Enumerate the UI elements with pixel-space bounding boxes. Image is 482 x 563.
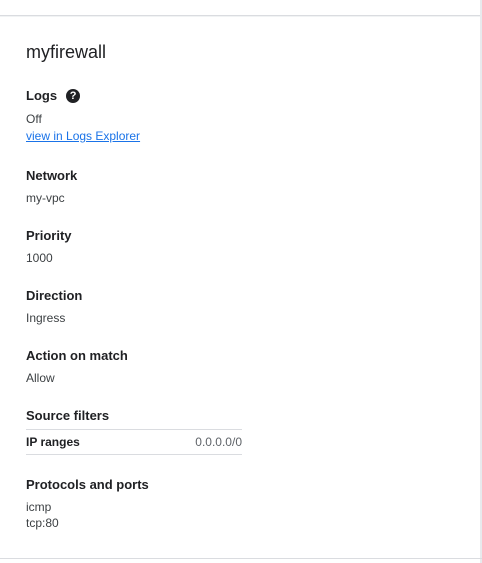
network-section: Network my-vpc (26, 168, 456, 206)
ip-ranges-value: 0.0.0.0/0 (195, 435, 242, 449)
direction-section: Direction Ingress (26, 288, 456, 326)
network-label: Network (26, 168, 78, 183)
action-label: Action on match (26, 348, 128, 363)
action-section: Action on match Allow (26, 348, 456, 386)
source-filters-section: Source filters IP ranges 0.0.0.0/0 (26, 408, 242, 455)
action-value: Allow (26, 371, 55, 385)
protocols-section: Protocols and ports icmp tcp:80 (26, 477, 456, 531)
page-title: myfirewall (26, 42, 107, 62)
ip-ranges-label: IP ranges (26, 435, 80, 449)
direction-value: Ingress (26, 311, 66, 325)
protocol-item: tcp:80 (26, 516, 59, 530)
logs-header: Logs ? (26, 88, 456, 104)
protocols-list: icmp tcp:80 (26, 499, 456, 531)
logs-explorer-link[interactable]: view in Logs Explorer (26, 128, 140, 144)
logs-label: Logs (26, 88, 58, 103)
firewall-details-panel: myfirewall Logs ? Off view in Logs Explo… (26, 30, 456, 531)
help-circle-icon[interactable]: ? (66, 89, 81, 103)
logs-status: Off (26, 112, 42, 126)
priority-label: Priority (26, 228, 72, 243)
priority-section: Priority 1000 (26, 228, 456, 266)
bottom-divider (0, 558, 482, 559)
priority-value: 1000 (26, 251, 53, 265)
ip-ranges-row: IP ranges 0.0.0.0/0 (26, 429, 242, 455)
top-divider (0, 0, 482, 16)
logs-section: Logs ? Off view in Logs Explorer (26, 88, 456, 145)
protocol-item: icmp (26, 500, 52, 514)
direction-label: Direction (26, 288, 83, 303)
protocols-label: Protocols and ports (26, 477, 149, 492)
network-value: my-vpc (26, 191, 65, 205)
source-filters-label: Source filters (26, 408, 110, 423)
